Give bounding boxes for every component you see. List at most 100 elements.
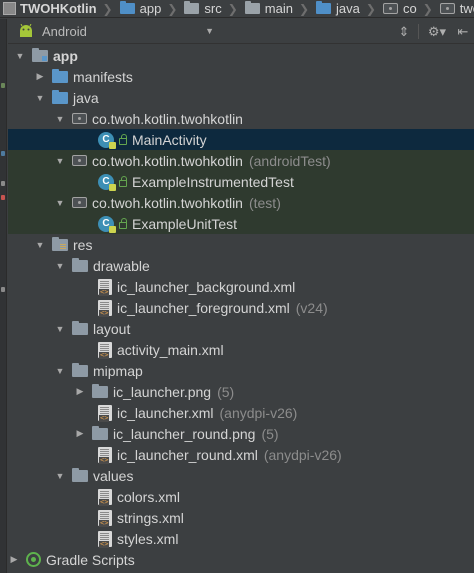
tree-item-label: manifests: [73, 68, 133, 85]
tree-item-package-test[interactable]: ▼ co.twoh.kotlin.twohkotlin (test): [8, 192, 474, 213]
tree-item-main-activity[interactable]: ▶ C MainActivity: [8, 129, 474, 150]
resources-folder-icon: [52, 236, 68, 251]
module-icon: [3, 2, 16, 15]
navigation-bar: TWOHKotlin ❯ app ❯ src ❯ main ❯ java ❯ c…: [0, 0, 474, 18]
expanded-arrow-icon[interactable]: ▼: [54, 324, 66, 334]
collapsed-arrow-icon[interactable]: ▶: [74, 386, 86, 397]
collapsed-arrow-icon[interactable]: ▶: [74, 428, 86, 439]
xml-file-icon: [98, 299, 112, 317]
breadcrumb-java[interactable]: java ❯: [313, 0, 380, 17]
tree-item-app[interactable]: ▼ app: [8, 45, 474, 66]
folder-icon: [92, 383, 108, 398]
collapsed-arrow-icon[interactable]: ▶: [34, 71, 46, 82]
kotlin-class-icon: C: [98, 173, 116, 191]
expanded-arrow-icon[interactable]: ▼: [34, 93, 46, 103]
breadcrumb-twoh[interactable]: twoh ❯: [437, 0, 474, 17]
hide-panel-button[interactable]: ⇤: [452, 19, 474, 44]
view-mode-select[interactable]: Android ▼: [8, 19, 218, 44]
expanded-arrow-icon[interactable]: ▼: [54, 156, 66, 166]
tree-item-package-android-test[interactable]: ▼ co.twoh.kotlin.twohkotlin (androidTest…: [8, 150, 474, 171]
tree-item-drawable[interactable]: ▼ drawable: [8, 255, 474, 276]
folder-icon: [92, 425, 108, 440]
chevron-right-icon: ❯: [227, 1, 238, 16]
tree-item-hint: (test): [248, 194, 281, 211]
tree-item-label: java: [73, 89, 99, 106]
tree-item-ic-launcher-png[interactable]: ▶ ic_launcher.png (5): [8, 381, 474, 402]
tree-item-hint: (5): [217, 383, 235, 400]
tree-item-label: mipmap: [93, 362, 143, 379]
tree-item-package-main[interactable]: ▼ co.twoh.kotlin.twohkotlin: [8, 108, 474, 129]
breadcrumb-label: twoh: [459, 1, 474, 16]
tree-item-instrumented-test[interactable]: ▶ C ExampleInstrumentedTest: [8, 171, 474, 192]
breadcrumb-co[interactable]: co ❯: [380, 0, 437, 17]
tree-item-label: co.twoh.kotlin.twohkotlin: [92, 194, 243, 211]
breadcrumb-app[interactable]: app ❯: [117, 0, 182, 17]
breadcrumb-src[interactable]: src ❯: [181, 0, 241, 17]
android-icon: [20, 24, 32, 37]
tree-item-res[interactable]: ▼ res: [8, 234, 474, 255]
tree-item-hint: (5): [261, 425, 279, 442]
tree-item-label: strings.xml: [117, 509, 184, 526]
collapsed-arrow-icon[interactable]: ▶: [8, 554, 20, 565]
gutter-marker: [1, 151, 5, 156]
tree-item-label: co.twoh.kotlin.twohkotlin: [92, 152, 243, 169]
project-toolbar: Android ▼ ⇕ ⚙▾ ⇤: [8, 19, 474, 44]
tree-item-activity-main[interactable]: ▶ activity_main.xml: [8, 339, 474, 360]
expanded-arrow-icon[interactable]: ▼: [54, 366, 66, 376]
tree-item-styles[interactable]: ▶ styles.xml: [8, 528, 474, 549]
package-icon: [72, 197, 87, 208]
breadcrumb-label: java: [336, 1, 360, 16]
expanded-arrow-icon[interactable]: ▼: [54, 261, 66, 271]
settings-button[interactable]: ⚙▾: [422, 19, 452, 44]
source-folder-icon: [316, 1, 332, 14]
expanded-arrow-icon[interactable]: ▼: [54, 471, 66, 481]
breadcrumb-main[interactable]: main ❯: [242, 0, 313, 17]
chevron-right-icon: ❯: [167, 1, 178, 16]
expanded-arrow-icon[interactable]: ▼: [54, 114, 66, 124]
expanded-arrow-icon[interactable]: ▼: [54, 198, 66, 208]
tree-item-manifests[interactable]: ▶ manifests: [8, 66, 474, 87]
tree-item-mipmap[interactable]: ▼ mipmap: [8, 360, 474, 381]
tree-item-label: ic_launcher_background.xml: [117, 278, 296, 295]
hide-panel-icon: ⇤: [457, 23, 469, 39]
package-icon: [72, 113, 87, 124]
xml-file-icon: [98, 404, 112, 422]
tree-item-ic-launcher-round-xml[interactable]: ▶ ic_launcher_round.xml (anydpi-v26): [8, 444, 474, 465]
tree-item-hint: (anydpi-v26): [263, 446, 342, 463]
tree-item-label: Gradle Scripts: [46, 551, 135, 568]
tree-item-label: ExampleInstrumentedTest: [132, 173, 294, 190]
tree-item-label: drawable: [93, 257, 150, 274]
tree-item-hint: (v24): [295, 299, 328, 316]
folder-icon: [184, 1, 200, 14]
tree-item-ic-launcher-round-png[interactable]: ▶ ic_launcher_round.png (5): [8, 423, 474, 444]
tree-item-ic-launcher-xml[interactable]: ▶ ic_launcher.xml (anydpi-v26): [8, 402, 474, 423]
expanded-arrow-icon[interactable]: ▼: [14, 51, 26, 61]
tree-item-unit-test[interactable]: ▶ C ExampleUnitTest: [8, 213, 474, 234]
breadcrumb-project[interactable]: TWOHKotlin ❯: [0, 0, 117, 17]
kotlin-class-icon: C: [98, 215, 116, 233]
collapse-all-button[interactable]: ⇕: [393, 19, 415, 44]
tree-item-label: ic_launcher_round.png: [113, 425, 256, 442]
tree-item-gradle-scripts[interactable]: ▶ Gradle Scripts: [8, 549, 474, 570]
tree-item-layout[interactable]: ▼ layout: [8, 318, 474, 339]
expanded-arrow-icon[interactable]: ▼: [34, 240, 46, 250]
tree-item-ic-launcher-foreground[interactable]: ▶ ic_launcher_foreground.xml (v24): [8, 297, 474, 318]
tree-item-label: values: [93, 467, 134, 484]
tree-item-colors[interactable]: ▶ colors.xml: [8, 486, 474, 507]
breadcrumb-label: co: [402, 1, 417, 16]
tree-item-hint: (anydpi-v26): [219, 404, 298, 421]
package-icon: [72, 155, 87, 166]
xml-file-icon: [98, 446, 112, 464]
tree-item-ic-launcher-background[interactable]: ▶ ic_launcher_background.xml: [8, 276, 474, 297]
tree-item-values[interactable]: ▼ values: [8, 465, 474, 486]
module-folder-icon: [32, 47, 48, 62]
gutter-marker: [1, 195, 5, 200]
tree-item-strings[interactable]: ▶ strings.xml: [8, 507, 474, 528]
module-folder-icon: [119, 1, 135, 14]
tree-item-java[interactable]: ▼ java: [8, 87, 474, 108]
tree-item-label: colors.xml: [117, 488, 181, 505]
gutter-marker: [1, 287, 5, 292]
left-tool-strip: [0, 19, 7, 573]
gear-icon: ⚙▾: [427, 23, 447, 39]
tree-item-label: ic_launcher_round.xml: [117, 446, 258, 463]
